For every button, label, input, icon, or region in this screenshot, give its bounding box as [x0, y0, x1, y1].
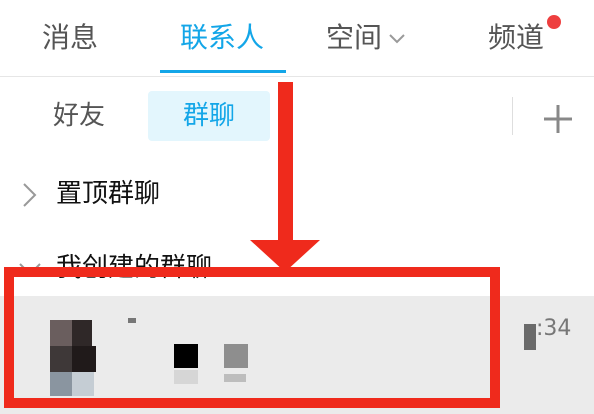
tab-channels[interactable]: 频道 — [488, 14, 544, 62]
group-section-label: 置顶群聊 — [56, 179, 161, 209]
subtab-groups[interactable]: 群聊 — [148, 91, 270, 141]
chevron-right-icon — [23, 183, 37, 207]
plus-icon[interactable] — [538, 99, 578, 139]
chat-name-obscured — [120, 316, 250, 386]
tab-messages[interactable]: 消息 — [42, 14, 98, 62]
top-tab-bar: 消息 联系人 空间 频道 — [0, 0, 594, 77]
group-section-pinned[interactable]: 置顶群聊 — [0, 168, 594, 224]
chevron-down-icon — [19, 263, 41, 276]
contacts-subtab-bar: 好友 群聊 — [0, 77, 594, 159]
group-section-label: 我创建的群聊 — [56, 253, 213, 283]
subtab-friends[interactable]: 好友 — [36, 91, 122, 141]
notification-dot-icon — [547, 15, 561, 29]
group-chat-item[interactable]: :34 — [0, 296, 594, 414]
chevron-down-icon — [389, 34, 405, 44]
active-tab-indicator — [160, 70, 286, 73]
time-obscured — [524, 324, 536, 350]
avatar — [50, 320, 100, 396]
tab-space-label: 空间 — [326, 21, 383, 54]
tab-contacts[interactable]: 联系人 — [180, 14, 264, 62]
divider — [512, 97, 513, 135]
tab-space[interactable]: 空间 — [326, 14, 406, 62]
chat-time: :34 — [536, 316, 572, 341]
group-section-created[interactable]: 我创建的群聊 — [0, 242, 594, 296]
